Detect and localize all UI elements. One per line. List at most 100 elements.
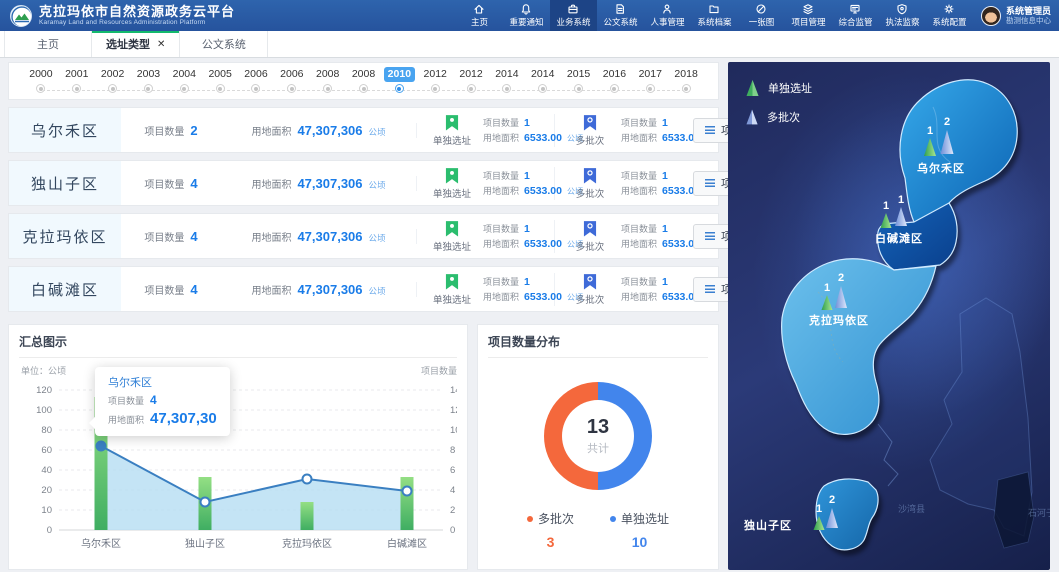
user-org: 勘测信息中心 [1006, 16, 1051, 25]
svg-text:120: 120 [36, 385, 52, 396]
year-dot[interactable] [646, 84, 655, 93]
map-label-baijiantan: 白碱滩区 [875, 231, 923, 245]
legend-single-site[interactable]: 单独选址 10 [610, 510, 669, 550]
year-item-2017-17[interactable]: 2017 [632, 67, 668, 93]
home-icon [473, 3, 485, 15]
year-item-2004-4[interactable]: 2004 [166, 67, 202, 93]
year-dot[interactable] [144, 84, 153, 93]
year-dot[interactable] [72, 84, 81, 93]
single-count: 1 [524, 223, 530, 235]
summary-chart-title: 汇总图示 [19, 333, 457, 358]
list-icon [705, 179, 715, 187]
nav-item-bell[interactable]: 重要通知 [503, 0, 550, 31]
nav-item-globe[interactable]: 一张图 [738, 0, 785, 31]
bar-白碱滩区[interactable] [401, 477, 414, 530]
region-dushanzi[interactable] [816, 479, 878, 550]
year-dot[interactable] [287, 84, 296, 93]
year-dot[interactable] [216, 84, 225, 93]
tab-home[interactable]: 主页 [4, 31, 92, 57]
land-area-label: 用地面积 [251, 123, 291, 138]
legend-dot [527, 516, 533, 522]
year-item-2016-16[interactable]: 2016 [597, 67, 633, 93]
multi-batch-label: 多批次 [576, 239, 605, 253]
land-area-label: 用地面积 [251, 176, 291, 191]
map-legend-single[interactable]: 单独选址 [746, 80, 812, 96]
year-item-2002-2[interactable]: 2002 [95, 67, 131, 93]
combo-chart[interactable]: 单位：公顷项目数量1201410012801060840620410200乌尔禾… [19, 358, 457, 567]
nav-item-layers[interactable]: 项目管理 [785, 0, 832, 31]
svg-text:单位：公顷: 单位：公顷 [21, 365, 66, 376]
svg-text:项目数量: 项目数量 [421, 365, 457, 376]
faint-label-shawan: 沙湾县 [898, 503, 925, 514]
nav-item-folder[interactable]: 系统档案 [691, 0, 738, 31]
year-dot[interactable] [574, 84, 583, 93]
map-panel[interactable]: 单独选址 多批次 [728, 62, 1050, 570]
year-dot[interactable] [108, 84, 117, 93]
year-item-2012-12[interactable]: 2012 [453, 67, 489, 93]
nav-item-home[interactable]: 主页 [456, 0, 503, 31]
nav-item-shield[interactable]: 执法监察 [879, 0, 926, 31]
year-item-2006-7[interactable]: 2006 [274, 67, 310, 93]
land-area-unit: 公顷 [369, 232, 386, 244]
legend-multi-batch[interactable]: 多批次 3 [527, 510, 574, 550]
nav-item-briefcase[interactable]: 业务系统 [550, 0, 597, 31]
year-dot[interactable] [610, 84, 619, 93]
land-area-unit: 公顷 [369, 285, 386, 297]
year-item-2003-3[interactable]: 2003 [131, 67, 167, 93]
year-item-2001-1[interactable]: 2001 [59, 67, 95, 93]
person-icon [661, 3, 673, 15]
year-dot[interactable] [538, 84, 547, 93]
nav-item-document[interactable]: 公文系统 [597, 0, 644, 31]
user-avatar[interactable] [981, 6, 1001, 26]
svg-text:10: 10 [450, 425, 457, 436]
donut-chart[interactable]: 13 共计 [544, 382, 652, 490]
donut-total: 13 [587, 416, 609, 439]
year-dot[interactable] [323, 84, 332, 93]
year-dot[interactable] [682, 84, 691, 93]
year-dot[interactable] [395, 84, 404, 93]
tab-site-selection-type[interactable]: 选址类型 ✕ [92, 31, 180, 57]
year-item-2008-9[interactable]: 2008 [346, 67, 382, 93]
multi-batch-label: 多批次 [576, 133, 605, 147]
brand: 克拉玛依市自然资源政务云平台 Karamay Land and Resource… [10, 5, 235, 27]
map-legend-multi[interactable]: 多批次 [746, 109, 812, 125]
bar-克拉玛依区[interactable] [301, 502, 314, 530]
district-name: 白碱滩区 [9, 267, 121, 311]
year-item-2018-18[interactable]: 2018 [668, 67, 704, 93]
line-point-乌尔禾区[interactable] [97, 442, 106, 451]
project-count-label: 项目数量 [144, 123, 184, 138]
nav-item-gear[interactable]: 系统配置 [926, 0, 973, 31]
close-icon[interactable]: ✕ [157, 39, 165, 50]
year-dot[interactable] [431, 84, 440, 93]
tab-document-system[interactable]: 公文系统 [180, 31, 268, 57]
svg-text:20: 20 [41, 485, 52, 496]
year-dot[interactable] [36, 84, 45, 93]
year-item-2005-5[interactable]: 2005 [202, 67, 238, 93]
year-dot[interactable] [502, 84, 511, 93]
legend-value: 3 [547, 534, 555, 550]
globe-icon [755, 3, 767, 15]
year-dot[interactable] [180, 84, 189, 93]
line-point-白碱滩区[interactable] [403, 487, 412, 496]
year-item-2015-15[interactable]: 2015 [561, 67, 597, 93]
year-dot[interactable] [251, 84, 260, 93]
nav-item-person[interactable]: 人事管理 [644, 0, 691, 31]
karamay-map[interactable]: 1 2 乌尔禾区 1 1 白碱滩区 1 2 克拉玛依区 1 2 独山子区 沙湾县… [728, 62, 1050, 570]
year-item-2012-11[interactable]: 2012 [417, 67, 453, 93]
year-timeline: 2000 2001 2002 2003 2004 2005 [8, 62, 719, 100]
year-item-2010-10[interactable]: 2010 [381, 67, 417, 93]
year-item-2006-6[interactable]: 2006 [238, 67, 274, 93]
year-item-2000-0[interactable]: 2000 [23, 67, 59, 93]
svg-text:12: 12 [450, 405, 457, 416]
year-dot[interactable] [467, 84, 476, 93]
line-point-克拉玛依区[interactable] [303, 475, 312, 484]
user-menu[interactable]: 系统管理员 勘测信息中心 [981, 6, 1051, 26]
year-dot[interactable] [359, 84, 368, 93]
nav-item-monitor[interactable]: 综合监管 [832, 0, 879, 31]
line-point-独山子区[interactable] [201, 498, 210, 507]
year-item-2008-8[interactable]: 2008 [310, 67, 346, 93]
map-label-wuerhe: 乌尔禾区 [917, 161, 965, 175]
year-item-2014-13[interactable]: 2014 [489, 67, 525, 93]
svg-text:40: 40 [41, 465, 52, 476]
year-item-2014-14[interactable]: 2014 [525, 67, 561, 93]
